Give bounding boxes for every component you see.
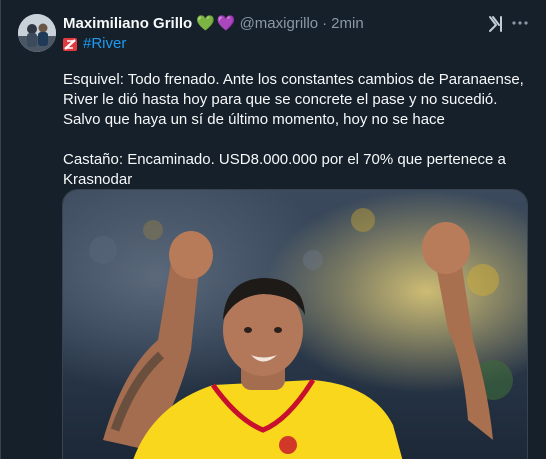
purple-heart-emoji: 💜 bbox=[216, 15, 236, 32]
tweet-text: Esquivel: Todo frenado. Ante los constan… bbox=[63, 70, 533, 190]
tweet-media-photo[interactable] bbox=[62, 189, 528, 459]
tweet-paragraph-2: Castaño: Encaminado. USD8.000.000 por el… bbox=[63, 151, 506, 188]
timestamp[interactable]: 2min bbox=[331, 15, 364, 33]
more-icon[interactable] bbox=[511, 14, 529, 32]
author-handle[interactable]: @maxigrillo bbox=[240, 15, 319, 33]
grok-icon[interactable] bbox=[487, 15, 505, 33]
hashtag-link[interactable]: #River bbox=[83, 35, 126, 53]
avatar-image bbox=[18, 14, 56, 52]
tweet-header: Maximiliano Grillo 💚 💜 @maxigrillo · 2mi… bbox=[63, 15, 364, 33]
photo-player-celebrating bbox=[63, 190, 527, 459]
separator-dot: · bbox=[322, 15, 328, 32]
avatar[interactable] bbox=[18, 14, 56, 52]
hashtag-line: #River bbox=[63, 35, 126, 53]
green-heart-emoji: 💚 bbox=[196, 15, 215, 32]
tweet-paragraph-1: Esquivel: Todo frenado. Ante los constan… bbox=[63, 71, 524, 128]
tweet[interactable]: Maximiliano Grillo 💚 💜 @maxigrillo · 2mi… bbox=[0, 0, 546, 459]
river-flag-icon bbox=[63, 37, 77, 51]
author-name[interactable]: Maximiliano Grillo bbox=[63, 15, 192, 33]
